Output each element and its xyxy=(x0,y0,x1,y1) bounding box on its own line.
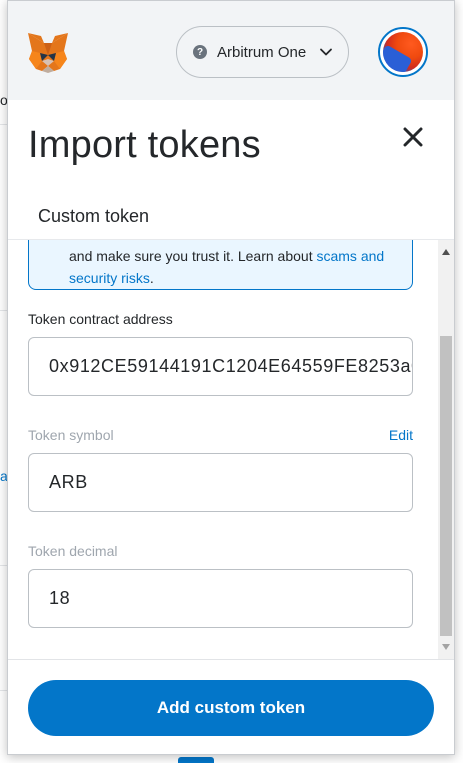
token-symbol-input[interactable]: ARB xyxy=(28,453,413,512)
footer: Add custom token xyxy=(8,659,454,754)
scrollbar[interactable] xyxy=(438,240,454,659)
network-selector[interactable]: ? Arbitrum One xyxy=(176,26,349,78)
network-label: Arbitrum One xyxy=(217,43,307,61)
import-tokens-popup: ? Arbitrum One Import tokens Custom toke… xyxy=(7,0,455,755)
chevron-down-icon xyxy=(320,48,333,56)
contract-address-input[interactable]: 0x912CE59144191C1204E64559FE8253a0e49E65… xyxy=(28,337,413,396)
token-decimal-label: Token decimal xyxy=(28,543,118,559)
tab-bar: Custom token xyxy=(8,194,454,240)
contract-address-label: Token contract address xyxy=(28,311,173,327)
tab-custom-token[interactable]: Custom token xyxy=(38,206,149,227)
network-unknown-icon: ? xyxy=(193,45,207,59)
add-custom-token-button[interactable]: Add custom token xyxy=(28,680,434,736)
page-title: Import tokens xyxy=(28,124,261,166)
scroll-down-arrow-icon[interactable] xyxy=(438,639,454,655)
form-scroll-area[interactable]: and make sure you trust it. Learn about … xyxy=(8,240,454,659)
background-button-edge xyxy=(178,757,214,763)
account-avatar-button[interactable] xyxy=(378,27,428,77)
token-decimal-input[interactable]: 18 xyxy=(28,569,413,628)
warning-text: and make sure you trust it. Learn about xyxy=(69,248,317,264)
scroll-up-arrow-icon[interactable] xyxy=(438,244,454,260)
scams-link[interactable]: scams xyxy=(316,248,356,264)
avatar xyxy=(383,32,423,72)
close-icon[interactable] xyxy=(402,126,424,148)
app-header: ? Arbitrum One xyxy=(8,1,454,100)
token-symbol-edit-link[interactable]: Edit xyxy=(389,427,413,443)
title-row: Import tokens xyxy=(8,100,454,194)
scrollbar-thumb[interactable] xyxy=(440,336,452,636)
warning-suffix: . xyxy=(149,270,154,286)
warning-banner: and make sure you trust it. Learn about … xyxy=(28,240,413,290)
metamask-fox-icon[interactable] xyxy=(26,31,70,73)
token-symbol-label: Token symbol xyxy=(28,427,114,443)
